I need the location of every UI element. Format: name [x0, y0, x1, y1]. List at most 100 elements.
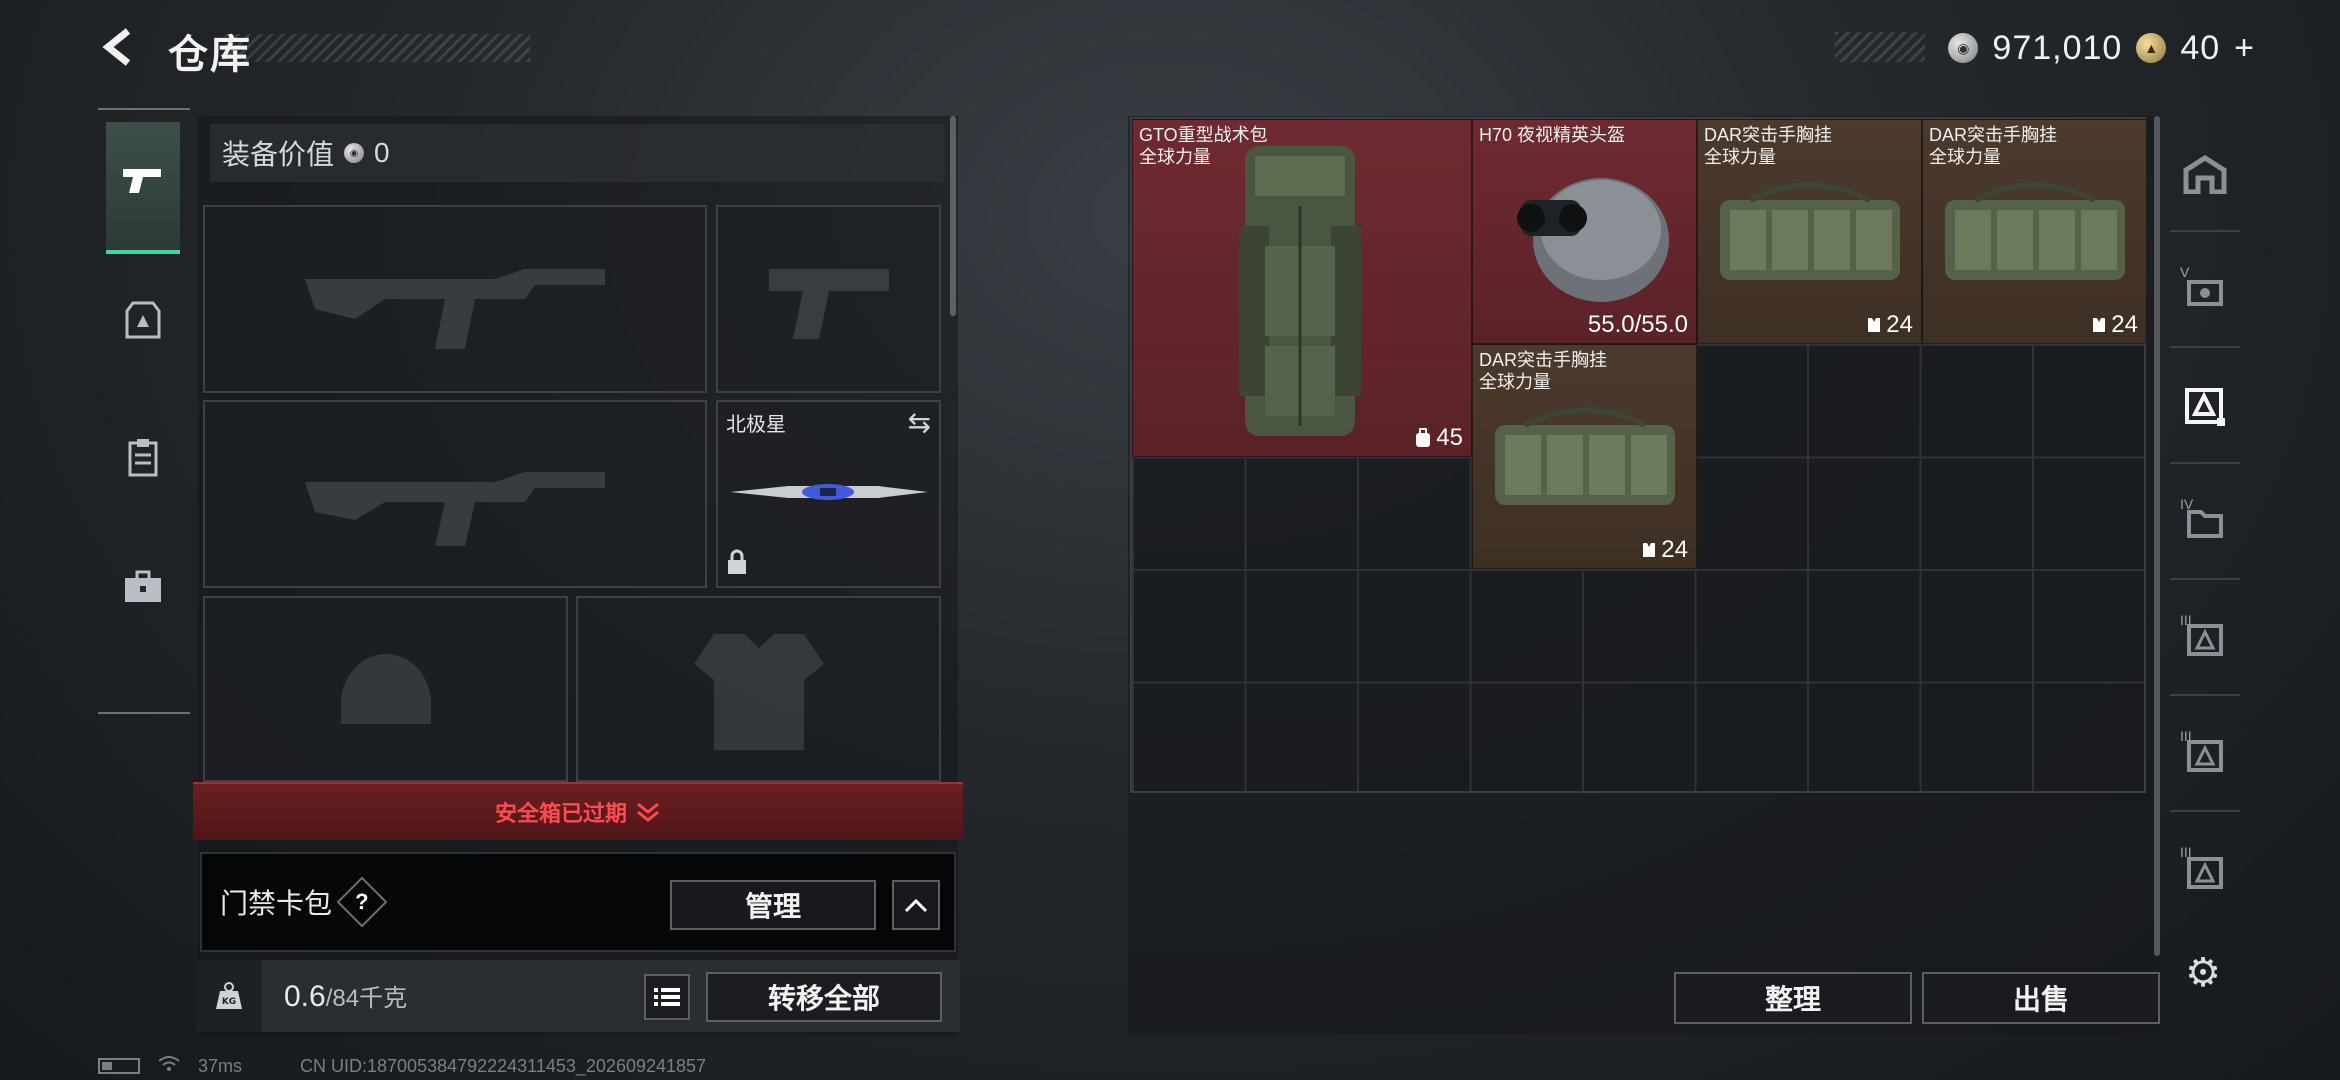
item-durability: 55.0/55.0	[1587, 311, 1688, 338]
manage-button[interactable]: 管理	[670, 880, 876, 930]
weight-bar: KG 0.6/84千克 转移全部	[196, 960, 960, 1032]
add-currency-button[interactable]: +	[2234, 29, 2255, 68]
storage-item-backpack[interactable]: GTO重型战术包 全球力量 45	[1132, 119, 1472, 457]
transfer-all-button[interactable]: 转移全部	[706, 972, 942, 1022]
storage-tab-home[interactable]	[2170, 126, 2240, 232]
equipment-value: 0	[374, 137, 390, 168]
item-name: DAR突击手胸挂 全球力量	[1929, 125, 2058, 167]
item-name: DAR突击手胸挂 全球力量	[1479, 350, 1608, 392]
help-icon[interactable]: ?	[336, 876, 388, 928]
keycard-wallet-label: 门禁卡包	[220, 888, 333, 919]
currency-bar: ◉ 971,010 ▲ 40 +	[1835, 28, 2255, 68]
helmet-image	[1517, 178, 1669, 302]
expand-button[interactable]	[892, 880, 940, 930]
item-name: H70 夜视精英头盔	[1479, 125, 1626, 145]
storage-scrollbar[interactable]	[2154, 116, 2160, 956]
gold-coin-icon: ▲	[2136, 33, 2167, 63]
vest-icon	[1643, 543, 1656, 557]
storage-grid[interactable]: GTO重型战术包 全球力量 45 H70 夜视精英头盔 55.0/55.0 DAR…	[1130, 117, 2147, 793]
clipboard-icon	[127, 437, 159, 487]
vest-image	[1495, 407, 1675, 505]
helmet-slot[interactable]	[203, 596, 568, 782]
pistol-icon	[121, 163, 165, 209]
ping-value: 37ms	[198, 1055, 243, 1076]
melee-item-name: 北极星	[726, 414, 786, 436]
vest-icon	[1868, 318, 1881, 332]
storage-tab-iii-c[interactable]: III	[2170, 822, 2240, 928]
storage-tab-iii-a[interactable]: III	[2170, 590, 2240, 696]
nav-armor[interactable]	[106, 260, 180, 392]
item-capacity: 24	[1866, 311, 1913, 339]
vest-image	[1720, 182, 1900, 280]
silver-value: 971,010	[1992, 28, 2123, 67]
status-footer: 37ms CN UID:187005384792224311453_202609…	[98, 1054, 706, 1078]
settings-button[interactable]: ⚙	[2180, 950, 2226, 996]
keycard-wallet-row: 门禁卡包 ? 管理	[200, 852, 956, 952]
sort-button[interactable]: 整理	[1674, 972, 1912, 1024]
nav-weapons[interactable]	[106, 122, 180, 254]
vest-image	[1945, 182, 2125, 280]
title-decoration	[225, 34, 530, 62]
armor-silhouette-icon	[578, 598, 939, 780]
safe-box-status: 安全箱已过期	[494, 801, 627, 826]
user-uid: CN UID:187005384792224311453_20260924185…	[300, 1055, 707, 1076]
storage-v-icon	[2183, 270, 2227, 319]
storage-tab-active[interactable]	[2170, 358, 2240, 464]
safe-box-expired-banner[interactable]: 安全箱已过期	[193, 782, 963, 840]
primary-weapon-slot[interactable]	[203, 205, 707, 393]
chevron-left-icon	[102, 28, 131, 66]
item-capacity: 24	[1641, 536, 1688, 564]
weight-value: 0.6/84千克	[284, 980, 408, 1013]
back-button[interactable]	[95, 22, 145, 72]
nav-clipboard[interactable]	[106, 396, 180, 528]
equipment-scrollbar[interactable]	[950, 116, 956, 316]
nav-case[interactable]	[106, 526, 180, 658]
double-chevron-down-icon	[637, 802, 659, 822]
armor-icon	[125, 301, 161, 351]
backpack-icon	[1416, 428, 1431, 447]
svg-text:KG: KG	[222, 997, 236, 1007]
storage-tab-iv[interactable]: IV	[2170, 474, 2240, 580]
item-capacity: 24	[2091, 311, 2138, 339]
equipment-value-bar: 装备价值 ◉ 0	[210, 124, 945, 182]
storage-active-icon	[2183, 384, 2227, 437]
battery-icon	[98, 1058, 140, 1074]
swap-icon[interactable]: ⇆	[908, 406, 931, 439]
gear-icon: ⚙	[2185, 951, 2221, 995]
sell-button[interactable]: 出售	[1922, 972, 2160, 1024]
item-name: DAR突击手胸挂 全球力量	[1704, 125, 1833, 167]
storage-tab-v[interactable]: V	[2170, 242, 2240, 348]
wifi-icon	[158, 1055, 180, 1078]
pistol-silhouette-icon	[718, 207, 939, 391]
equipment-value-label: 装备价值	[222, 139, 335, 170]
storage-item-vest[interactable]: DAR突击手胸挂 全球力量 24	[1472, 344, 1697, 569]
secondary-weapon-slot[interactable]	[203, 400, 707, 588]
weight-icon: KG	[196, 960, 262, 1032]
silver-coin-icon: ◉	[1948, 33, 1979, 63]
home-icon	[2182, 154, 2228, 203]
left-nav	[98, 108, 190, 714]
page-title: 仓库	[168, 33, 252, 77]
helmet-silhouette-icon	[205, 598, 566, 780]
armor-slot[interactable]	[576, 596, 941, 782]
list-view-button[interactable]	[644, 974, 690, 1020]
chevron-up-icon	[904, 898, 928, 913]
briefcase-icon	[123, 570, 163, 614]
rifle-silhouette-icon	[205, 402, 705, 586]
pistol-slot[interactable]	[716, 205, 941, 393]
gold-value: 40	[2180, 28, 2221, 67]
silver-coin-icon: ◉	[344, 143, 365, 163]
melee-slot[interactable]: 北极星 ⇆	[716, 400, 941, 588]
knife-image	[730, 484, 928, 500]
backpack-image	[1239, 146, 1361, 436]
storage-tab-iii-b[interactable]: III	[2170, 706, 2240, 812]
vest-icon	[2093, 318, 2106, 332]
lock-icon	[726, 549, 748, 582]
storage-item-vest[interactable]: DAR突击手胸挂 全球力量 24	[1922, 119, 2147, 344]
rifle-silhouette-icon	[205, 207, 705, 391]
storage-item-helmet[interactable]: H70 夜视精英头盔 55.0/55.0	[1472, 119, 1697, 344]
item-capacity: 45	[1414, 424, 1463, 452]
storage-tabs: V IV III III III	[2170, 116, 2240, 956]
list-icon	[654, 988, 680, 1006]
storage-item-vest[interactable]: DAR突击手胸挂 全球力量 24	[1697, 119, 1922, 344]
